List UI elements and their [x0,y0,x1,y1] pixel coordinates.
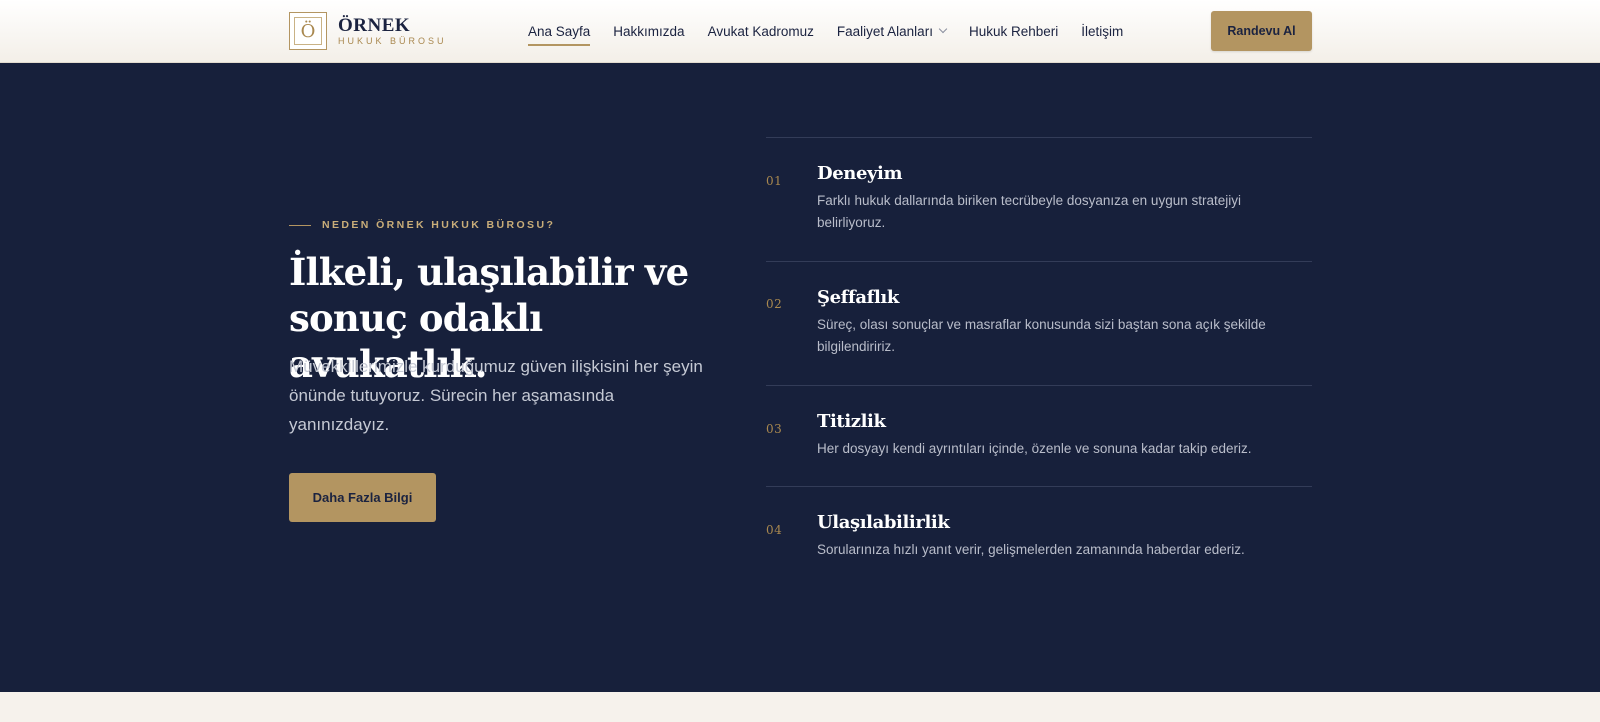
feature-number: 04 [766,523,783,537]
feature-item: 02 Şeffaflık Süreç, olası sonuçlar ve ma… [766,261,1312,385]
eyebrow-divider [289,224,311,226]
nav-item-label: Ana Sayfa [528,23,591,39]
nav-item-practice-areas[interactable]: Faaliyet Alanları [836,0,948,62]
main-nav: Ana Sayfa Hakkımızda Avukat Kadromuz Faa… [528,0,1146,62]
feature-item: 01 Deneyim Farklı hukuk dallarında birik… [766,137,1312,261]
feature-text: Her dosyayı kendi ayrıntıları içinde, öz… [817,441,1252,456]
logo-subtitle: HUKUK BÜROSU [338,35,447,46]
site-header: Ö ÖRNEK HUKUK BÜROSU Ana Sayfa Hakkımızd… [0,0,1600,63]
feature-text: Süreç, olası sonuçlar ve masraflar konus… [817,317,1266,354]
learn-more-button[interactable]: Daha Fazla Bilgi [289,473,436,522]
nav-item-label: Faaliyet Alanları [836,23,933,39]
eyebrow-text: NEDEN ÖRNEK HUKUK BÜROSU? [322,219,556,231]
nav-item-about[interactable]: Hakkımızda [613,0,684,62]
feature-item: 04 Ulaşılabilirlik Sorularınıza hızlı ya… [766,486,1312,586]
feature-number: 01 [766,174,783,188]
nav-item-label: Avukat Kadromuz [707,23,814,39]
feature-title: Ulaşılabilirlik [817,512,950,533]
feature-title: Şeffaflık [817,287,899,308]
chevron-down-icon [938,24,948,34]
feature-list: 01 Deneyim Farklı hukuk dallarında birik… [766,137,1312,586]
next-section-edge [0,692,1600,722]
logo[interactable]: Ö ÖRNEK HUKUK BÜROSU [289,12,447,50]
logo-text: ÖRNEK HUKUK BÜROSU [338,16,447,47]
appointment-button[interactable]: Randevu Al [1211,11,1312,51]
nav-item-lawyers[interactable]: Avukat Kadromuz [708,0,814,62]
feature-title: Titizlik [817,411,886,432]
feature-number: 03 [766,422,783,436]
nav-item-legal-guide[interactable]: Hukuk Rehberi [969,0,1058,62]
logo-letter: Ö [300,20,316,42]
feature-number: 02 [766,297,783,311]
section-lead: Müvekkillerimizle kurduğumuz güven ilişk… [289,357,703,434]
feature-text: Farklı hukuk dallarında biriken tecrübey… [817,193,1241,230]
section-eyebrow: NEDEN ÖRNEK HUKUK BÜROSU? [289,219,555,231]
feature-item: 03 Titizlik Her dosyayı kendi ayrıntılar… [766,385,1312,486]
nav-item-home[interactable]: Ana Sayfa [528,0,591,62]
feature-text: Sorularınıza hızlı yanıt verir, gelişmel… [817,542,1245,557]
nav-item-label: İletişim [1081,23,1124,39]
nav-item-label: Hukuk Rehberi [968,23,1059,39]
feature-title: Deneyim [817,163,903,184]
nav-item-contact[interactable]: İletişim [1081,0,1123,62]
nav-item-label: Hakkımızda [613,23,685,39]
logo-name: ÖRNEK [338,14,411,36]
why-us-section: NEDEN ÖRNEK HUKUK BÜROSU? İlkeli, ulaşıl… [0,63,1600,692]
logo-mark-icon: Ö [289,12,327,50]
